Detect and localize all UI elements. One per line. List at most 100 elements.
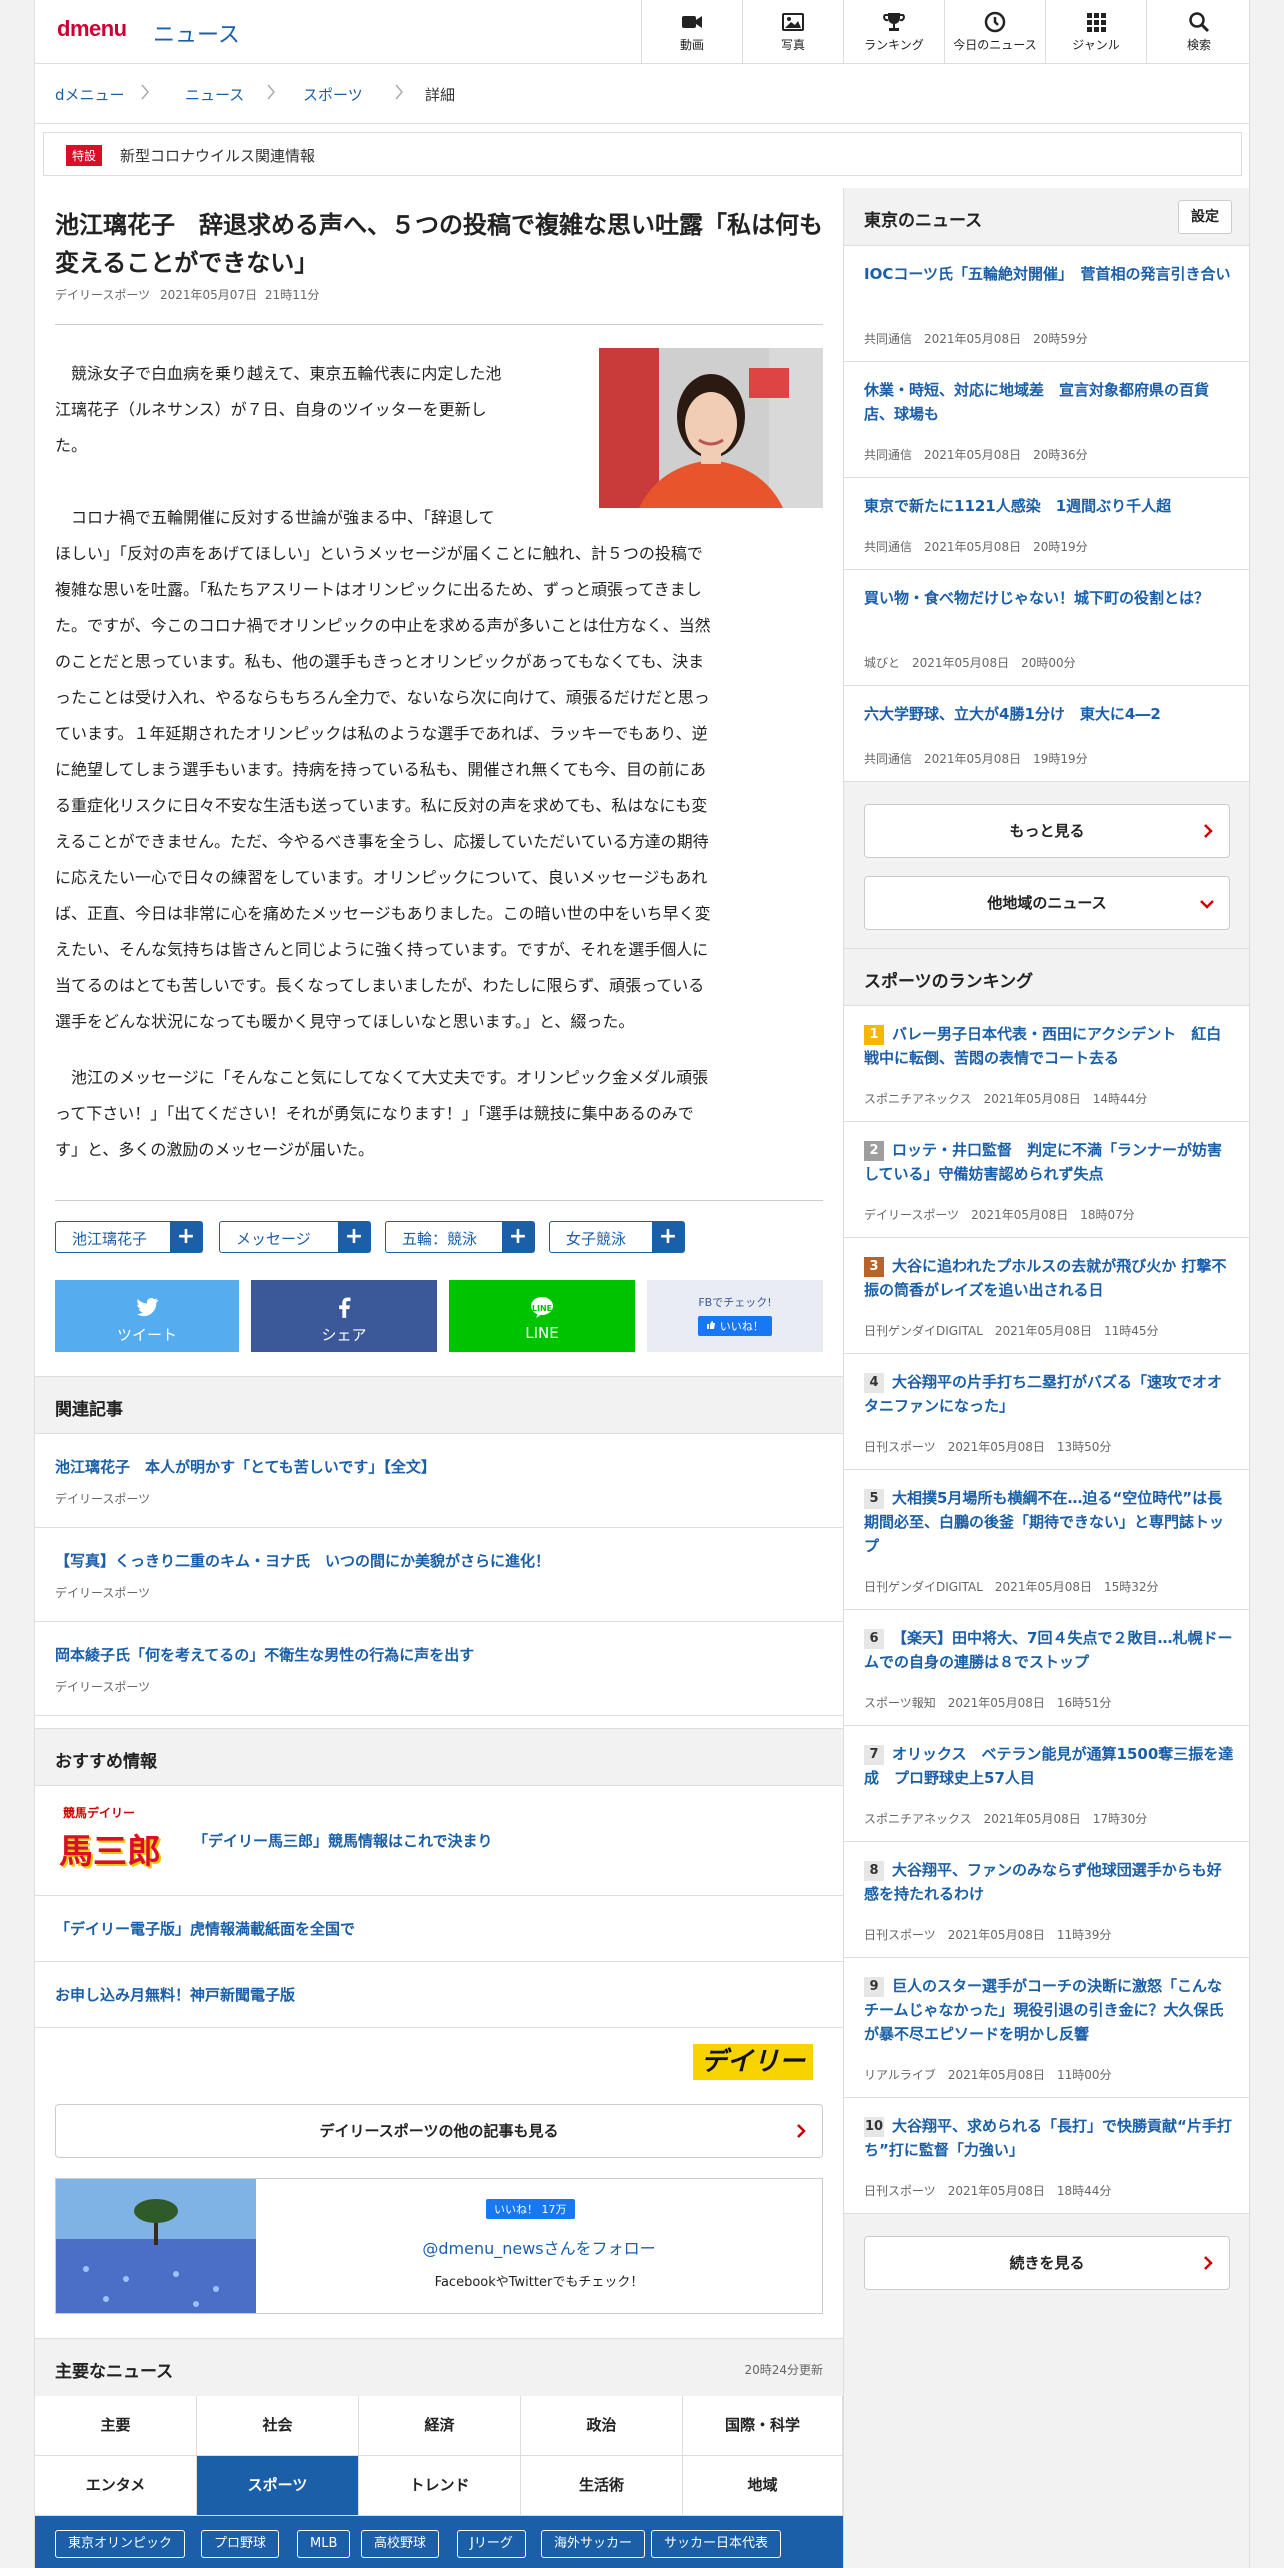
local-news-title[interactable]: IOCコーツ氏「五輪絶対開催」 菅首相の発言引き合い [864, 262, 1234, 286]
other-regions-button[interactable]: 他地域のニュース [864, 876, 1230, 930]
subcategory-tag[interactable]: 高校野球 [361, 2530, 440, 2558]
ranking-title[interactable]: 1 バレー男子日本代表・西田にアクシデント 紅白戦中に転倒、苦悶の表情でコート去る [864, 1022, 1234, 1070]
category-tab[interactable]: 政治 [521, 2396, 683, 2456]
nav-today[interactable]: 今日のニュース [944, 0, 1045, 64]
page: dmenu ニュース 動画 写真 ランキング 今日のニュース ジャンル 検索 d… [34, 0, 1250, 2568]
ranking-title[interactable]: 3 大谷に追われたプホルスの去就が飛び火か 打撃不振の筒香がレイズを追い出される日 [864, 1254, 1234, 1302]
rank-badge: 9 [864, 1977, 884, 1997]
local-news-item[interactable]: IOCコーツ氏「五輪絶対開催」 菅首相の発言引き合い共同通信 2021年05月0… [844, 246, 1249, 362]
category-tab[interactable]: 地域 [683, 2456, 843, 2516]
fb-like-button[interactable]: いいね！ [698, 1316, 772, 1336]
ranking-more-button[interactable]: 続きを見る [864, 2236, 1230, 2290]
breadcrumb-sports[interactable]: スポーツ [303, 84, 363, 105]
local-news-item[interactable]: 東京で新たに1121人感染 1週間ぶり千人超 共同通信 2021年05月08日 2… [844, 478, 1249, 570]
ranking-title[interactable]: 8 大谷翔平、ファンのみならず他球団選手からも好感を持たれるわけ [864, 1858, 1234, 1906]
settings-button[interactable]: 設定 [1178, 200, 1232, 234]
breadcrumb: dメニュー ニュース スポーツ 詳細 [35, 64, 1249, 124]
nav-video-label: 動画 [679, 38, 704, 52]
subcategory-tag[interactable]: 海外サッカー [541, 2530, 646, 2558]
ranking-meta: 日刊スポーツ 2021年05月08日 13時50分 [864, 1440, 1112, 1454]
breadcrumb-news[interactable]: ニュース [185, 84, 244, 105]
local-news-title[interactable]: 六大学野球、立大が4勝1分け 東大に4―2 [864, 702, 1234, 726]
article-title: 池江璃花子 辞退求める声へ、５つの投稿で複雑な思い吐露「私は何も変えることができ… [55, 211, 823, 277]
local-news-item[interactable]: 休業・時短、対応に地域差 宣言対象都府県の百貨店、球場も 共同通信 2021年05… [844, 362, 1249, 478]
follow-like-button[interactable]: いいね！ 17万 [486, 2199, 575, 2219]
plus-icon: + [652, 1222, 684, 1252]
nav-ranking[interactable]: ランキング [843, 0, 944, 64]
ranking-item[interactable]: 5 大相撲5月場所も横綱不在…迫る“空位時代”は長期間必至、白鵬の後釜「期待できな… [844, 1470, 1249, 1610]
ranking-meta: 日刊ゲンダイDIGITAL 2021年05月08日 15時32分 [864, 1580, 1159, 1594]
ranking-title[interactable]: 5 大相撲5月場所も横綱不在…迫る“空位時代”は長期間必至、白鵬の後釜「期待できな… [864, 1486, 1234, 1558]
ranking-item[interactable]: 9 巨人のスター選手がコーチの決断に激怒「こんなチームじゃなかった」現役引退の引き… [844, 1958, 1249, 2098]
site-title[interactable]: ニュース [153, 17, 240, 49]
local-news-meta: 共同通信 2021年05月08日 20時59分 [864, 332, 1088, 346]
category-tab[interactable]: 経済 [359, 2396, 521, 2456]
rank-badge: 10 [864, 2117, 884, 2137]
share-facebook-button[interactable]: シェア [251, 1280, 437, 1352]
share-line-button[interactable]: LINE LINE [449, 1280, 635, 1352]
tag-message[interactable]: メッセージ + [219, 1221, 371, 1253]
ranking-item[interactable]: 4 大谷翔平の片手打ち二塁打がバズる「速攻でオオタニファンになった」日刊スポーツ … [844, 1354, 1249, 1470]
special-text[interactable]: 新型コロナウイルス関連情報 [120, 145, 315, 166]
ranking-meta: 日刊スポーツ 2021年05月08日 11時39分 [864, 1928, 1112, 1942]
breadcrumb-current: 詳細 [425, 86, 456, 104]
tag-ikee[interactable]: 池江璃花子 + [55, 1221, 203, 1253]
local-news-item[interactable]: 六大学野球、立大が4勝1分け 東大に4―2 共同通信 2021年05月08日 19… [844, 686, 1249, 782]
category-tab[interactable]: スポーツ [197, 2456, 359, 2516]
related-item[interactable]: 池江璃花子 本人が明かす「とても苦しいです」【全文】 デイリースポーツ [35, 1434, 843, 1528]
tag-women-swim[interactable]: 女子競泳 + [549, 1221, 685, 1253]
special-banner[interactable]: 特設 新型コロナウイルス関連情報 [43, 132, 1242, 176]
nav-search[interactable]: 検索 [1146, 0, 1249, 64]
category-tab[interactable]: トレンド [359, 2456, 521, 2516]
tag-swim[interactable]: 五輪：競泳 + [385, 1221, 535, 1253]
ranking-title[interactable]: 6 【楽天】田中将大、7回４失点で２敗目…札幌ドームでの自身の連勝は８でストップ [864, 1626, 1234, 1674]
subcategory-tag[interactable]: Jリーグ [457, 2530, 526, 2558]
recommended-item[interactable]: 競馬デイリー 馬三郎 「デイリー馬三郎」競馬情報はこれで決まり [35, 1786, 843, 1896]
nav-genre[interactable]: ジャンル [1045, 0, 1146, 64]
ranking-title[interactable]: 2 ロッテ・井口監督 判定に不満「ランナーが妨害している」守備妨害認められず失点 [864, 1138, 1234, 1186]
local-news-title[interactable]: 買い物・食べ物だけじゃない！城下町の役割とは？ [864, 586, 1234, 610]
ranking-item[interactable]: 1 バレー男子日本代表・西田にアクシデント 紅白戦中に転倒、苦悶の表情でコート去る… [844, 1006, 1249, 1122]
recommended-item[interactable]: お申し込み月無料！神戸新聞電子版 [35, 1962, 843, 2028]
recommended-item[interactable]: 「デイリー電子版」虎情報満載紙面を全国で [35, 1896, 843, 1962]
ranking-item[interactable]: 3 大谷に追われたプホルスの去就が飛び火か 打撃不振の筒香がレイズを追い出される日… [844, 1238, 1249, 1354]
category-tab[interactable]: 国際・科学 [683, 2396, 843, 2456]
share-twitter-button[interactable]: ツイート [55, 1280, 239, 1352]
breadcrumb-dmenu[interactable]: dメニュー [55, 84, 125, 105]
nav-video[interactable]: 動画 [641, 0, 742, 64]
related-heading: 関連記事 [55, 1400, 123, 1420]
daily-logo[interactable]: デイリー [693, 2044, 813, 2080]
follow-account[interactable]: @dmenu_newsさんをフォロー [256, 2235, 822, 2259]
category-tab[interactable]: 主要 [35, 2396, 197, 2456]
subcategory-tag[interactable]: プロ野球 [201, 2530, 280, 2558]
ranking-item[interactable]: 8 大谷翔平、ファンのみならず他球団選手からも好感を持たれるわけ日刊スポーツ 20… [844, 1842, 1249, 1958]
subcategory-tag[interactable]: 東京オリンピック [55, 2530, 186, 2558]
local-news-title[interactable]: 東京で新たに1121人感染 1週間ぶり千人超 [864, 494, 1234, 518]
ranking-item[interactable]: 2 ロッテ・井口監督 判定に不満「ランナーが妨害している」守備妨害認められず失点デ… [844, 1122, 1249, 1238]
more-local-button[interactable]: もっと見る [864, 804, 1230, 858]
follow-sub: FacebookやTwitterでもチェック！ [434, 2275, 644, 2290]
nav-ranking-label: ランキング [864, 38, 924, 52]
subcategory-tag[interactable]: サッカー日本代表 [651, 2530, 782, 2558]
ranking-title[interactable]: 9 巨人のスター選手がコーチの決断に激怒「こんなチームじゃなかった」現役引退の引き… [864, 1974, 1234, 2046]
ranking-title[interactable]: 7 オリックス ベテラン能見が通算1500奪三振を達成 プロ野球史上57人目 [864, 1742, 1234, 1790]
related-item[interactable]: 岡本綾子氏「何を考えてるの」不衛生な男性の行為に声を出す デイリースポーツ [35, 1622, 843, 1716]
ranking-item[interactable]: 10 大谷翔平、求められる「長打」で快勝貢献“片手打ち”打に監督「力強い」日刊スポ… [844, 2098, 1249, 2214]
related-item[interactable]: 【写真】くっきり二重のキム・ヨナ氏 いつの間にか美貌がさらに進化！ デイリースポ… [35, 1528, 843, 1622]
dmenu-logo[interactable]: dmenu [57, 16, 127, 42]
article-photo[interactable] [599, 348, 823, 508]
ranking-title[interactable]: 4 大谷翔平の片手打ち二塁打がバズる「速攻でオオタニファンになった」 [864, 1370, 1234, 1418]
ranking-meta: 日刊スポーツ 2021年05月08日 18時44分 [864, 2184, 1112, 2198]
article-column: 池江璃花子 辞退求める声へ、５つの投稿で複雑な思い吐露「私は何も変えることができ… [35, 188, 843, 2568]
local-news-title[interactable]: 休業・時短、対応に地域差 宣言対象都府県の百貨店、球場も [864, 378, 1234, 426]
category-tab[interactable]: 生活術 [521, 2456, 683, 2516]
category-tab[interactable]: エンタメ [35, 2456, 197, 2516]
nav-photo[interactable]: 写真 [742, 0, 843, 64]
ranking-item[interactable]: 7 オリックス ベテラン能見が通算1500奪三振を達成 プロ野球史上57人目 スポニ… [844, 1726, 1249, 1842]
ranking-title[interactable]: 10 大谷翔平、求められる「長打」で快勝貢献“片手打ち”打に監督「力強い」 [864, 2114, 1234, 2162]
subcategory-tag[interactable]: MLB [297, 2530, 351, 2558]
local-news-item[interactable]: 買い物・食べ物だけじゃない！城下町の役割とは？ 城びと 2021年05月08日 2… [844, 570, 1249, 686]
ranking-item[interactable]: 6 【楽天】田中将大、7回４失点で２敗目…札幌ドームでの自身の連勝は８でストップス… [844, 1610, 1249, 1726]
category-tab[interactable]: 社会 [197, 2396, 359, 2456]
more-daily-button[interactable]: デイリースポーツの他の記事も見る [55, 2104, 823, 2158]
